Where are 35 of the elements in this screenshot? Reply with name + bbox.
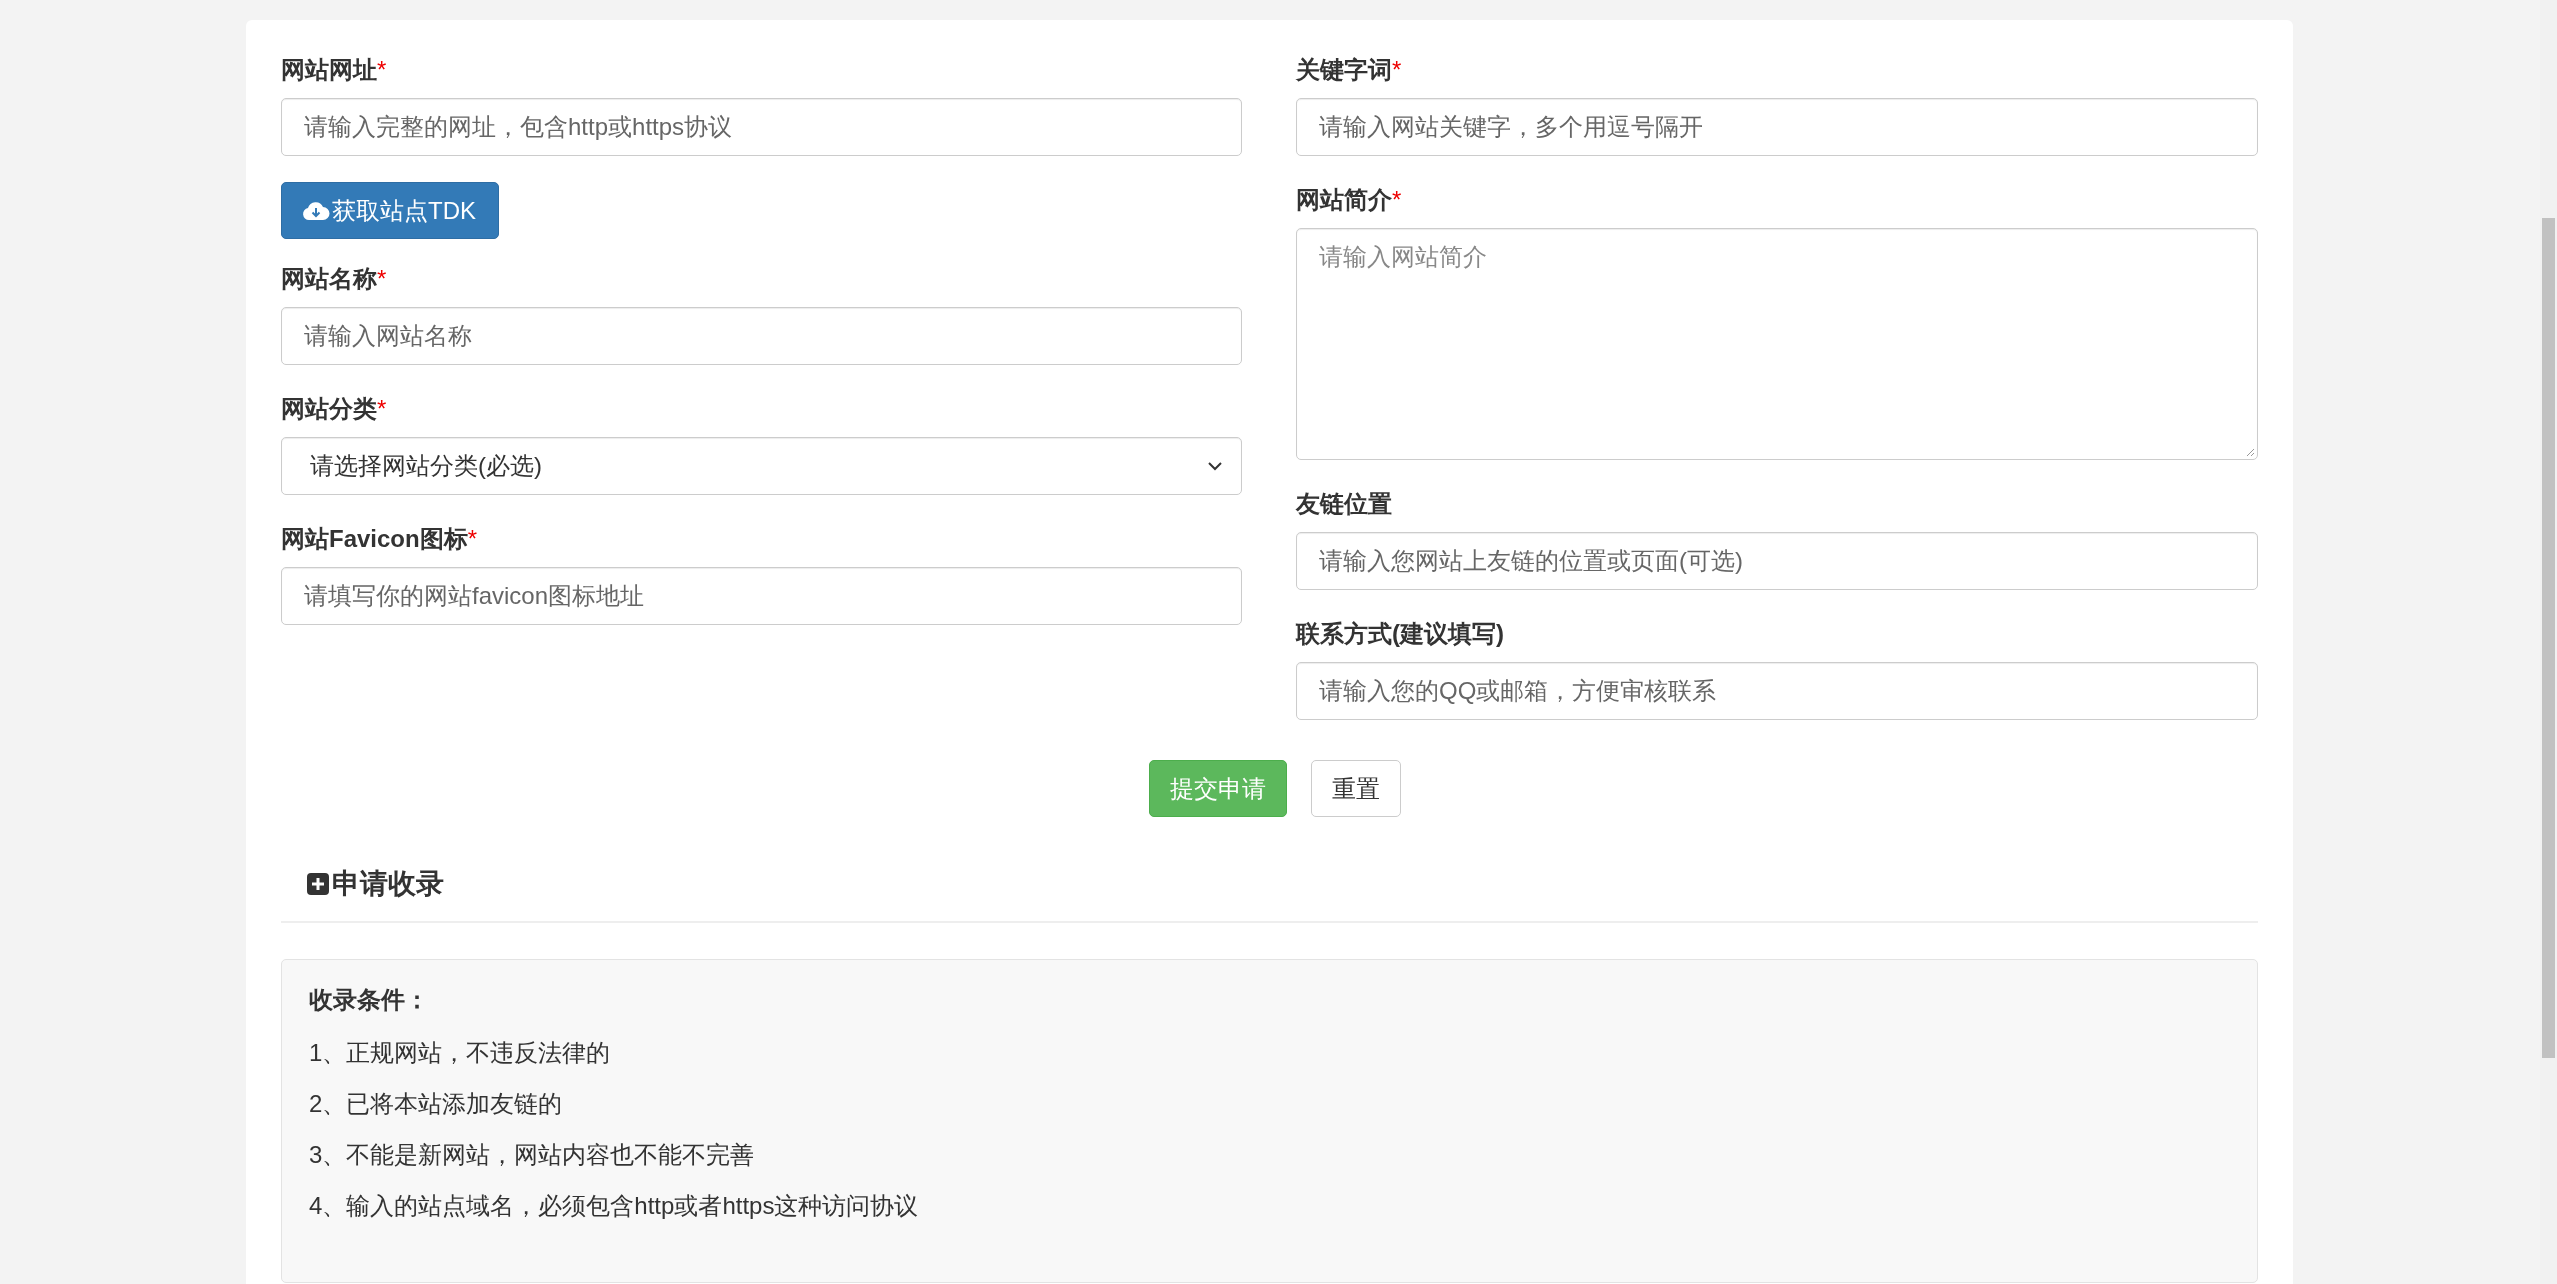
field-label: 网站分类: [281, 395, 377, 422]
fetch-tdk-button[interactable]: 获取站点TDK: [281, 182, 499, 239]
condition-text: 3、不能是新网站，网站内容也不能不完善: [309, 1140, 756, 1169]
field-label: 网站简介: [1296, 186, 1392, 213]
cloud-download-icon: [302, 199, 330, 222]
required-mark: *: [377, 56, 387, 83]
condition-text: 1、正规网站，不违反法律的: [309, 1038, 612, 1067]
category-select[interactable]: 请选择网站分类(必选): [281, 437, 1242, 495]
required-mark: *: [377, 395, 387, 422]
input-field[interactable]: 请输入完整的网址，包含http或https协议: [281, 98, 1242, 156]
reset-button[interactable]: 重置: [1310, 760, 1401, 817]
textarea-field[interactable]: 请输入网站简介: [1296, 228, 2258, 460]
field-label: 网站名称: [281, 265, 377, 292]
input-field[interactable]: 请输入网站名称: [281, 307, 1242, 365]
field-label: 联系方式(建议填写): [1296, 620, 1504, 647]
conditions-title: 收录条件：: [309, 985, 430, 1015]
field-label: 友链位置: [1296, 490, 1392, 517]
field-label: 关键字词: [1296, 56, 1392, 83]
input-field[interactable]: 请填写你的网站favicon图标地址: [281, 567, 1242, 625]
required-mark: *: [377, 265, 387, 292]
section-title: 申请收录: [332, 867, 444, 901]
input-field[interactable]: 请输入您网站上友链的位置或页面(可选): [1296, 532, 2258, 590]
scrollbar-thumb[interactable]: [2542, 218, 2555, 1058]
resize-grip-icon[interactable]: [2245, 447, 2255, 457]
field-label: 网站Favicon图标: [281, 525, 468, 552]
plus-square-icon: [306, 872, 330, 896]
input-field[interactable]: 请输入网站关键字，多个用逗号隔开: [1296, 98, 2258, 156]
field-label: 网站网址: [281, 56, 377, 83]
required-mark: *: [1392, 186, 1402, 213]
chevron-down-icon: [1207, 461, 1223, 471]
condition-text: 2、已将本站添加友链的: [309, 1089, 564, 1118]
required-mark: *: [1392, 56, 1402, 83]
condition-text: 4、输入的站点域名，必须包含http或者https这种访问协议: [309, 1191, 920, 1220]
required-mark: *: [467, 525, 478, 552]
input-field[interactable]: 请输入您的QQ或邮箱，方便审核联系: [1296, 662, 2258, 720]
